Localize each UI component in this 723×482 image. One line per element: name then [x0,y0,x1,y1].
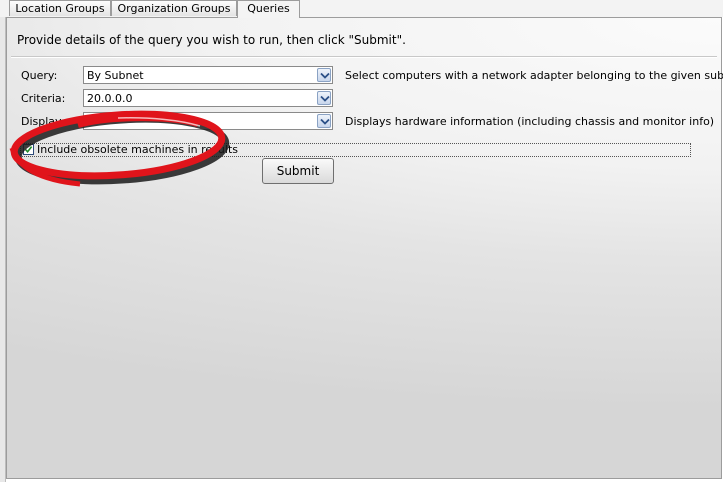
query-label: Query: [21,69,58,82]
criteria-value[interactable]: 20.0.0.0 [87,92,132,105]
query-value: By Subnet [87,69,144,82]
checkmark-icon [24,146,33,154]
queries-panel: Provide details of the query you wish to… [6,17,723,479]
query-select[interactable]: By Subnet [83,66,333,84]
instructions-text: Provide details of the query you wish to… [17,33,406,47]
include-obsolete-checkbox[interactable] [23,144,34,155]
display-description: Displays hardware information (including… [345,115,715,128]
tab-organization-groups[interactable]: Organization Groups [111,0,237,16]
submit-button[interactable]: Submit [262,158,334,184]
criteria-combo[interactable]: 20.0.0.0 [83,89,333,107]
chevron-down-icon[interactable] [317,114,331,128]
criteria-label: Criteria: [21,92,66,105]
divider [11,56,717,58]
chevron-down-icon[interactable] [317,68,331,82]
tab-queries[interactable]: Queries [237,0,300,18]
tab-location-groups[interactable]: Location Groups [9,0,111,16]
include-obsolete-label[interactable]: Include obsolete machines in results [37,143,238,156]
chevron-down-icon[interactable] [317,91,331,105]
tab-strip: Location Groups Organization Groups Quer… [0,0,723,18]
query-description: Select computers with a network adapter … [345,69,723,82]
display-select[interactable] [83,112,333,130]
display-label: Display: [21,115,65,128]
include-obsolete-row[interactable]: Include obsolete machines in results [20,143,691,157]
